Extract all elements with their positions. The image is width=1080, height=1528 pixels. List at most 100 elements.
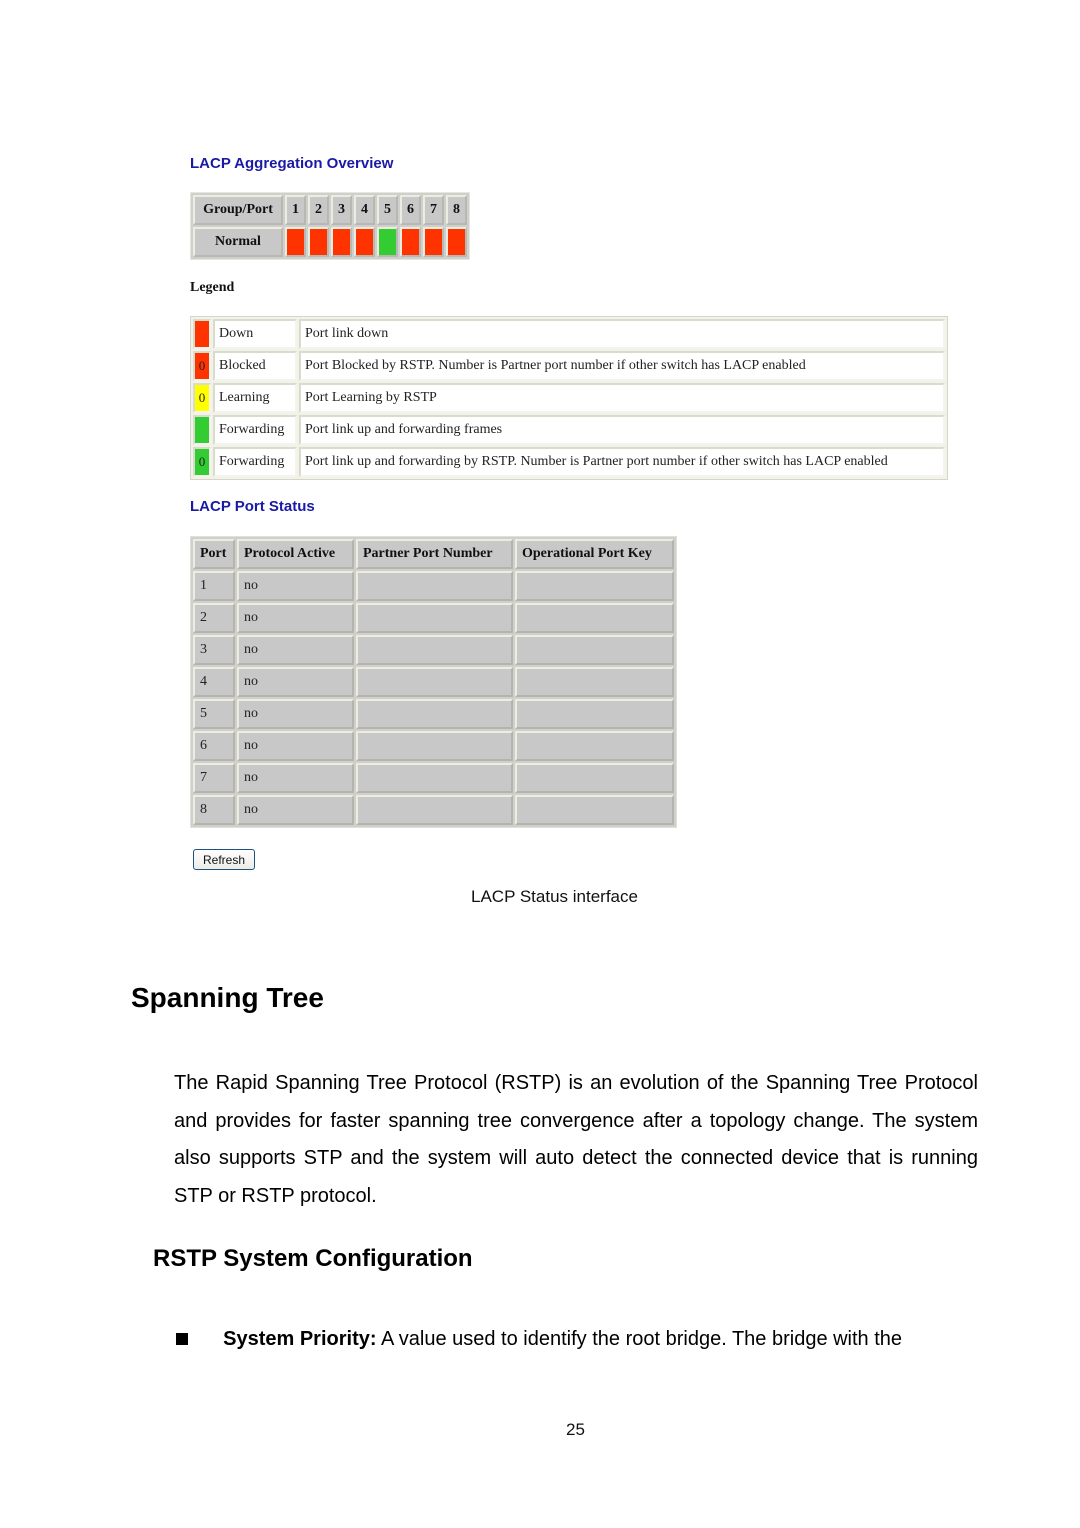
operational-port-key-cell xyxy=(515,699,674,729)
column-header-partner-port-number: Partner Port Number xyxy=(356,539,513,569)
port-cell: 7 xyxy=(193,763,235,793)
aggregation-header-row: Group/Port 1 2 3 4 5 6 7 8 xyxy=(193,195,467,225)
protocol-active-cell: no xyxy=(237,699,354,729)
port-number-header: 6 xyxy=(400,195,421,225)
table-row: 6 no xyxy=(193,731,674,761)
legend-swatch-learning: 0 xyxy=(193,383,211,413)
port-state-cell xyxy=(400,227,421,257)
square-bullet-icon xyxy=(176,1333,188,1345)
legend-description: Port Blocked by RSTP. Number is Partner … xyxy=(299,351,945,381)
protocol-active-cell: no xyxy=(237,731,354,761)
port-state-cell xyxy=(354,227,375,257)
port-status-table: Port Protocol Active Partner Port Number… xyxy=(190,536,677,828)
port-cell: 4 xyxy=(193,667,235,697)
port-number-header: 3 xyxy=(331,195,352,225)
aggregation-overview-table: Group/Port 1 2 3 4 5 6 7 8 Normal xyxy=(190,192,470,260)
page-number: 25 xyxy=(566,1420,585,1439)
port-state-cell xyxy=(331,227,352,257)
operational-port-key-cell xyxy=(515,571,674,601)
group-port-header: Group/Port xyxy=(193,195,283,225)
operational-port-key-cell xyxy=(515,763,674,793)
aggregation-overview-title: LACP Aggregation Overview xyxy=(190,155,394,172)
operational-port-key-cell xyxy=(515,731,674,761)
legend-state-name: Forwarding xyxy=(213,415,297,445)
table-row: 2 no xyxy=(193,603,674,633)
port-number-header: 7 xyxy=(423,195,444,225)
port-state-cell xyxy=(377,227,398,257)
port-state-cell xyxy=(423,227,444,257)
bullet-term: System Priority: xyxy=(223,1328,377,1350)
legend-state-name: Forwarding xyxy=(213,447,297,477)
column-header-port: Port xyxy=(193,539,235,569)
port-cell: 6 xyxy=(193,731,235,761)
table-row: 4 no xyxy=(193,667,674,697)
section-paragraph: The Rapid Spanning Tree Protocol (RSTP) … xyxy=(174,1072,978,1207)
legend-description: Port link up and forwarding by RSTP. Num… xyxy=(299,447,945,477)
port-cell: 5 xyxy=(193,699,235,729)
legend-row: Down Port link down xyxy=(193,319,945,349)
legend-description: Port link down xyxy=(299,319,945,349)
legend-state-name: Learning xyxy=(213,383,297,413)
port-cell: 2 xyxy=(193,603,235,633)
port-state-cell xyxy=(308,227,329,257)
legend-row: 0 Forwarding Port link up and forwarding… xyxy=(193,447,945,477)
operational-port-key-cell xyxy=(515,795,674,825)
legend-label: Legend xyxy=(190,280,235,295)
table-row: 8 no xyxy=(193,795,674,825)
bullet-item: System Priority: A value used to identif… xyxy=(176,1328,986,1351)
partner-port-number-cell xyxy=(356,603,513,633)
operational-port-key-cell xyxy=(515,667,674,697)
partner-port-number-cell xyxy=(356,731,513,761)
figure-caption: LACP Status interface xyxy=(471,887,638,906)
operational-port-key-cell xyxy=(515,603,674,633)
port-status-header-row: Port Protocol Active Partner Port Number… xyxy=(193,539,674,569)
protocol-active-cell: no xyxy=(237,795,354,825)
partner-port-number-cell xyxy=(356,635,513,665)
partner-port-number-cell xyxy=(356,571,513,601)
legend-state-name: Blocked xyxy=(213,351,297,381)
bullet-text: A value used to identify the root bridge… xyxy=(376,1328,903,1350)
table-row: 5 no xyxy=(193,699,674,729)
partner-port-number-cell xyxy=(356,667,513,697)
section-heading: Spanning Tree xyxy=(131,982,324,1013)
port-number-header: 4 xyxy=(354,195,375,225)
table-row: 1 no xyxy=(193,571,674,601)
legend-row: 0 Learning Port Learning by RSTP xyxy=(193,383,945,413)
refresh-button[interactable]: Refresh xyxy=(193,849,256,870)
port-number-header: 5 xyxy=(377,195,398,225)
legend-swatch-blocked: 0 xyxy=(193,351,211,381)
protocol-active-cell: no xyxy=(237,763,354,793)
partner-port-number-cell xyxy=(356,699,513,729)
legend-row: Forwarding Port link up and forwarding f… xyxy=(193,415,945,445)
port-cell: 3 xyxy=(193,635,235,665)
port-cell: 8 xyxy=(193,795,235,825)
protocol-active-cell: no xyxy=(237,603,354,633)
legend-table: Down Port link down 0 Blocked Port Block… xyxy=(190,316,948,480)
port-state-cell xyxy=(285,227,306,257)
legend-swatch-down xyxy=(193,319,211,349)
port-number-header: 2 xyxy=(308,195,329,225)
legend-row: 0 Blocked Port Blocked by RSTP. Number i… xyxy=(193,351,945,381)
aggregation-group-row: Normal xyxy=(193,227,467,257)
table-row: 3 no xyxy=(193,635,674,665)
partner-port-number-cell xyxy=(356,763,513,793)
legend-description: Port Learning by RSTP xyxy=(299,383,945,413)
legend-state-name: Down xyxy=(213,319,297,349)
legend-description: Port link up and forwarding frames xyxy=(299,415,945,445)
port-cell: 1 xyxy=(193,571,235,601)
group-label-normal: Normal xyxy=(193,227,283,257)
legend-swatch-forwarding-rstp: 0 xyxy=(193,447,211,477)
protocol-active-cell: no xyxy=(237,635,354,665)
port-number-header: 8 xyxy=(446,195,467,225)
partner-port-number-cell xyxy=(356,795,513,825)
protocol-active-cell: no xyxy=(237,571,354,601)
operational-port-key-cell xyxy=(515,635,674,665)
protocol-active-cell: no xyxy=(237,667,354,697)
port-state-cell xyxy=(446,227,467,257)
subsection-heading: RSTP System Configuration xyxy=(153,1245,473,1272)
table-row: 7 no xyxy=(193,763,674,793)
legend-swatch-forwarding xyxy=(193,415,211,445)
port-number-header: 1 xyxy=(285,195,306,225)
column-header-protocol-active: Protocol Active xyxy=(237,539,354,569)
port-status-title: LACP Port Status xyxy=(190,498,315,515)
